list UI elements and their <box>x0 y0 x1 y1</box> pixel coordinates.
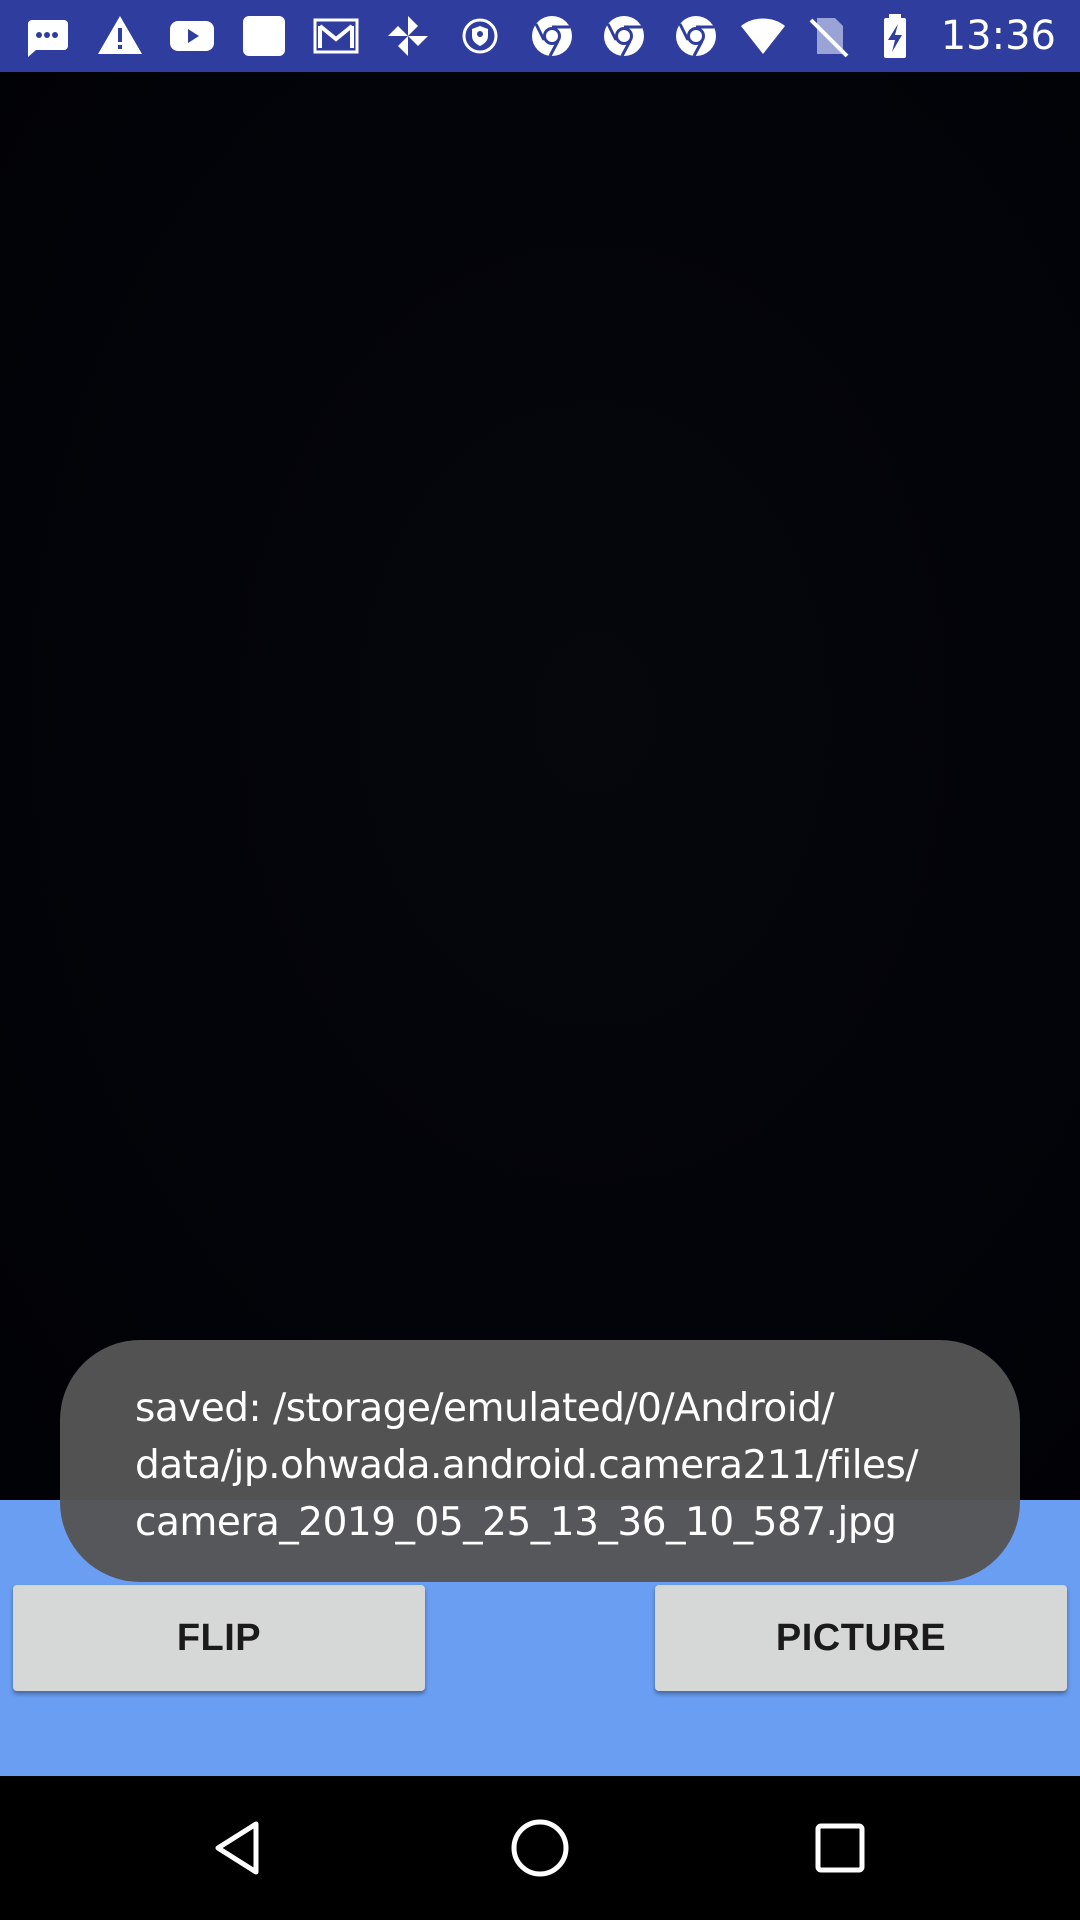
home-icon[interactable] <box>490 1798 590 1898</box>
no-sim-icon <box>803 10 855 62</box>
recents-icon[interactable] <box>790 1798 890 1898</box>
pinwheel-icon <box>382 10 434 62</box>
clock: 13:36 <box>940 13 1056 59</box>
flip-button[interactable]: FLIP <box>13 1585 425 1691</box>
square-app-icon <box>238 10 290 62</box>
camera-preview[interactable] <box>0 72 1080 1500</box>
navigation-bar <box>0 1776 1080 1920</box>
chrome-icon <box>670 10 722 62</box>
picture-button[interactable]: PICTURE <box>655 1585 1067 1691</box>
warning-icon <box>94 10 146 62</box>
saved-toast: saved: /storage/emulated/0/Android/ data… <box>60 1340 1020 1582</box>
notification-icons <box>22 0 742 72</box>
gmail-icon <box>310 10 362 62</box>
back-icon[interactable] <box>190 1798 290 1898</box>
chrome-icon <box>598 10 650 62</box>
toast-message: saved: /storage/emulated/0/Android/ data… <box>135 1386 919 1545</box>
screen: 13:36 FLIP PICTURE saved: /storage/emula… <box>0 0 1080 1920</box>
battery-charging-icon <box>869 10 921 62</box>
vpn-shield-icon <box>454 10 506 62</box>
message-icon <box>22 10 74 62</box>
wifi-icon <box>737 10 789 62</box>
status-bar: 13:36 <box>0 0 1080 72</box>
youtube-icon <box>166 10 218 62</box>
system-status: 13:36 <box>737 0 1056 72</box>
chrome-icon <box>526 10 578 62</box>
